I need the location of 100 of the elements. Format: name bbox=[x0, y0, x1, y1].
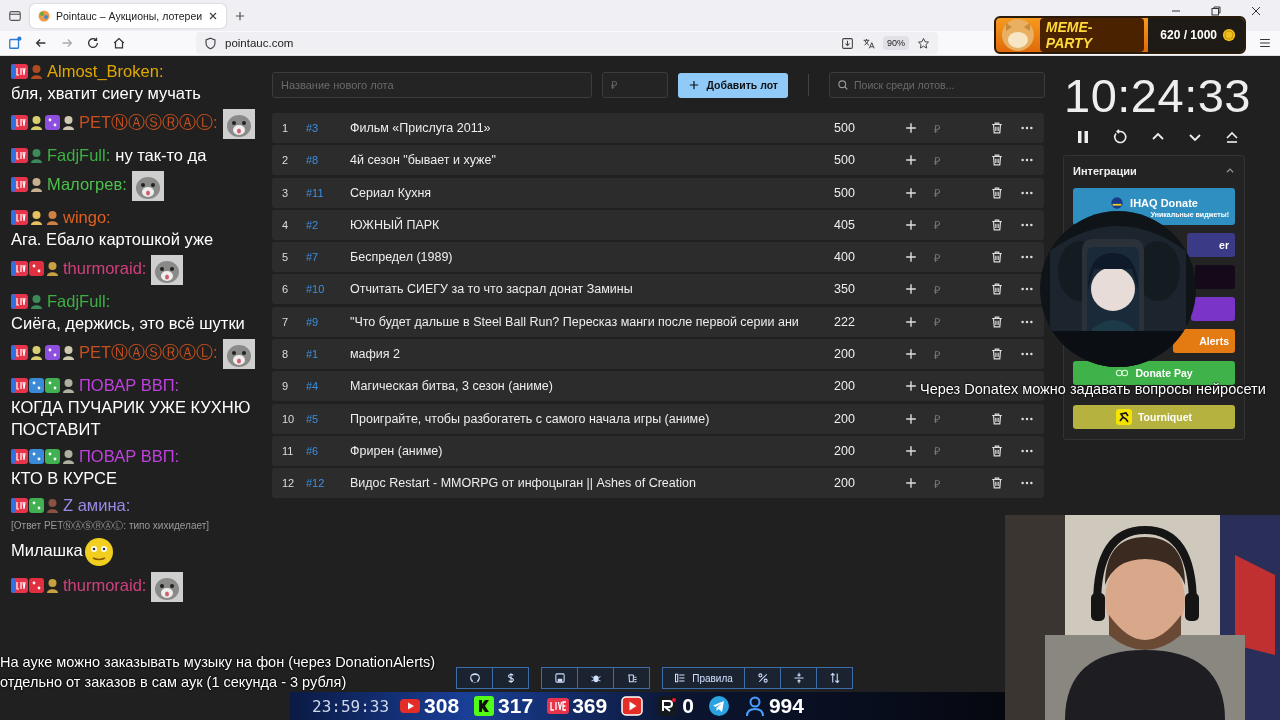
currency-sign: ₽ bbox=[934, 250, 940, 265]
chat-message: Сиёга, держись, это всё шутки bbox=[11, 314, 245, 332]
chat-username: wingo: bbox=[63, 208, 111, 226]
currency-sign: ₽ bbox=[934, 218, 940, 233]
currency-sign: ₽ bbox=[934, 315, 940, 330]
chat-message: бля, хватит сиегу мучать bbox=[11, 84, 201, 102]
chat-username: PETⓃⒶⓈⓇⒶⓁ: bbox=[79, 113, 218, 132]
lot-id: #8 bbox=[306, 154, 320, 167]
lot-id: #1 bbox=[306, 348, 320, 361]
stream-clock: 23:59:33 bbox=[312, 696, 390, 716]
browser-tab[interactable]: Pointauc – Аукционы, лотереи bbox=[30, 3, 227, 28]
lot-amount: 500 bbox=[833, 185, 856, 200]
chat-username: FadjFull: bbox=[47, 292, 111, 310]
currency-sign: ₽ bbox=[934, 476, 940, 491]
viewer-count: 0 bbox=[682, 694, 694, 718]
currency-sign: ₽ bbox=[934, 412, 940, 427]
tab-title: Pointauc – Аукционы, лотереи bbox=[56, 9, 203, 22]
integration-button[interactable]: er bbox=[1187, 233, 1235, 257]
currency-sign: ₽ bbox=[934, 283, 940, 297]
lot-title: Видос Restart - MMORPG от инфоцыган || Ashes of Creation bbox=[350, 476, 697, 491]
lot-title: Проиграйте, чтобы разбогатеть с самого начала игры (аниме) bbox=[350, 411, 711, 426]
url-text: pointauc.com bbox=[225, 37, 294, 49]
lot-position: 9 bbox=[282, 380, 290, 393]
lot-position: 2 bbox=[282, 154, 290, 167]
banner-title: MEME-PARTY bbox=[1039, 18, 1145, 52]
chat-username: ПОВАР ВВП: bbox=[79, 376, 180, 394]
lot-title: мафия 2 bbox=[350, 347, 401, 362]
lot-id: #2 bbox=[306, 218, 320, 231]
currency-sign: ₽ bbox=[934, 444, 940, 459]
lot-position: 1 bbox=[282, 122, 290, 134]
lot-title: Беспредел (1989) bbox=[350, 250, 454, 265]
chat-message: Милашка bbox=[11, 541, 83, 560]
chat-username: Z амина: bbox=[63, 496, 131, 514]
lot-amount: 500 bbox=[833, 121, 856, 135]
lot-amount: 200 bbox=[833, 443, 856, 458]
lot-id: #11 bbox=[306, 186, 325, 199]
timer-display: 10:24:33 bbox=[1063, 71, 1252, 121]
lot-amount: 200 bbox=[833, 411, 856, 426]
panel-title: Интеграции bbox=[1073, 165, 1137, 177]
currency-sign: ₽ bbox=[934, 153, 940, 168]
chat-username: Малогрев: bbox=[47, 175, 127, 194]
lot-amount: 500 bbox=[833, 153, 856, 168]
points-value: 620 / 1000 bbox=[1160, 28, 1217, 42]
lot-title: ЮЖНЫЙ ПАРК bbox=[350, 217, 441, 232]
lot-amount: 400 bbox=[833, 250, 856, 265]
lot-position: 3 bbox=[282, 186, 290, 199]
chat-username: FadjFull: bbox=[47, 146, 111, 164]
currency-sign: ₽ bbox=[934, 186, 940, 201]
price-field[interactable]: ₽ bbox=[602, 72, 669, 98]
chat-username: ПОВАР ВВП: bbox=[79, 447, 180, 465]
lot-position: 12 bbox=[282, 477, 296, 490]
viewer-count: 369 bbox=[572, 694, 608, 718]
search-field[interactable]: Поиск среди лотов... bbox=[829, 72, 1045, 98]
lot-title: 4й сезон "бывает и хуже" bbox=[350, 153, 497, 168]
address-bar[interactable]: pointauc.com 90% bbox=[196, 32, 938, 54]
lot-name-field[interactable]: Название нового лота bbox=[272, 72, 593, 98]
lot-amount: 200 bbox=[833, 476, 856, 491]
viewer-count: 317 bbox=[498, 694, 534, 718]
lot-title: Отчитать СИЕГУ за то что засрал донат Замины bbox=[350, 282, 634, 297]
lot-id: #3 bbox=[306, 122, 320, 134]
chat-username: thurmoraid: bbox=[63, 576, 147, 595]
lot-position: 11 bbox=[282, 444, 295, 457]
add-lot-button[interactable]: Добавить лот bbox=[678, 72, 788, 98]
lot-id: #4 bbox=[306, 380, 320, 393]
rules-button[interactable]: Правила bbox=[662, 667, 745, 689]
overlay-caption: На ауке можно заказывать музыку на фон (через DonationAlerts) bbox=[0, 653, 436, 672]
lot-title: Фрирен (аниме) bbox=[350, 443, 444, 458]
lot-position: 4 bbox=[282, 218, 290, 231]
reply-quote: [Ответ PETⓃⒶⓈⓇⒶⓁ: типо хихиделает] bbox=[11, 519, 211, 533]
overlay-caption: отдельно от заказов в сам аук (1 секунда - 3 рубля) bbox=[0, 673, 348, 692]
lot-position: 8 bbox=[282, 348, 290, 361]
lot-id: #5 bbox=[306, 412, 320, 425]
lot-id: #12 bbox=[306, 477, 326, 490]
lot-id: #10 bbox=[306, 283, 326, 296]
viewer-count: 308 bbox=[424, 694, 460, 718]
lot-amount: 200 bbox=[833, 379, 856, 394]
lot-title: Магическая битва, 3 сезон (аниме) bbox=[350, 379, 554, 394]
viewer-count: 994 bbox=[768, 694, 804, 718]
lot-id: #9 bbox=[306, 315, 320, 328]
lot-amount: 200 bbox=[833, 347, 856, 362]
lot-title: "Что будет дальше в Steel Ball Run? Пересказ манги после первой серии ани bbox=[350, 314, 800, 329]
chat-message: КОГДА ПУЧАРИК УЖЕ КУХНЮ ПОСТАВИТ bbox=[11, 398, 251, 438]
currency-sign: ₽ bbox=[934, 121, 940, 136]
lot-amount: 405 bbox=[833, 217, 856, 232]
chat-message: Ага. Ебало картошкой уже bbox=[11, 230, 214, 248]
lot-amount: 222 bbox=[833, 314, 856, 329]
lot-position: 6 bbox=[282, 283, 290, 296]
lot-amount: 350 bbox=[833, 282, 856, 297]
chat-message: КТО В КУРСЕ bbox=[11, 469, 117, 487]
lot-id: #6 bbox=[306, 444, 320, 457]
currency-sign: ₽ bbox=[934, 347, 940, 362]
lot-position: 5 bbox=[282, 251, 290, 264]
chat-username: Almost_Broken: bbox=[47, 62, 164, 80]
lot-title: Сериал Кухня bbox=[350, 185, 433, 200]
chat-username: PETⓃⒶⓈⓇⒶⓁ: bbox=[79, 343, 218, 362]
lot-title: Фильм «Прислуга 2011» bbox=[350, 121, 492, 135]
lot-position: 10 bbox=[282, 412, 296, 425]
zoom-level[interactable]: 90% bbox=[883, 36, 909, 50]
lot-id: #7 bbox=[306, 251, 320, 264]
chat-username: thurmoraid: bbox=[63, 259, 147, 278]
